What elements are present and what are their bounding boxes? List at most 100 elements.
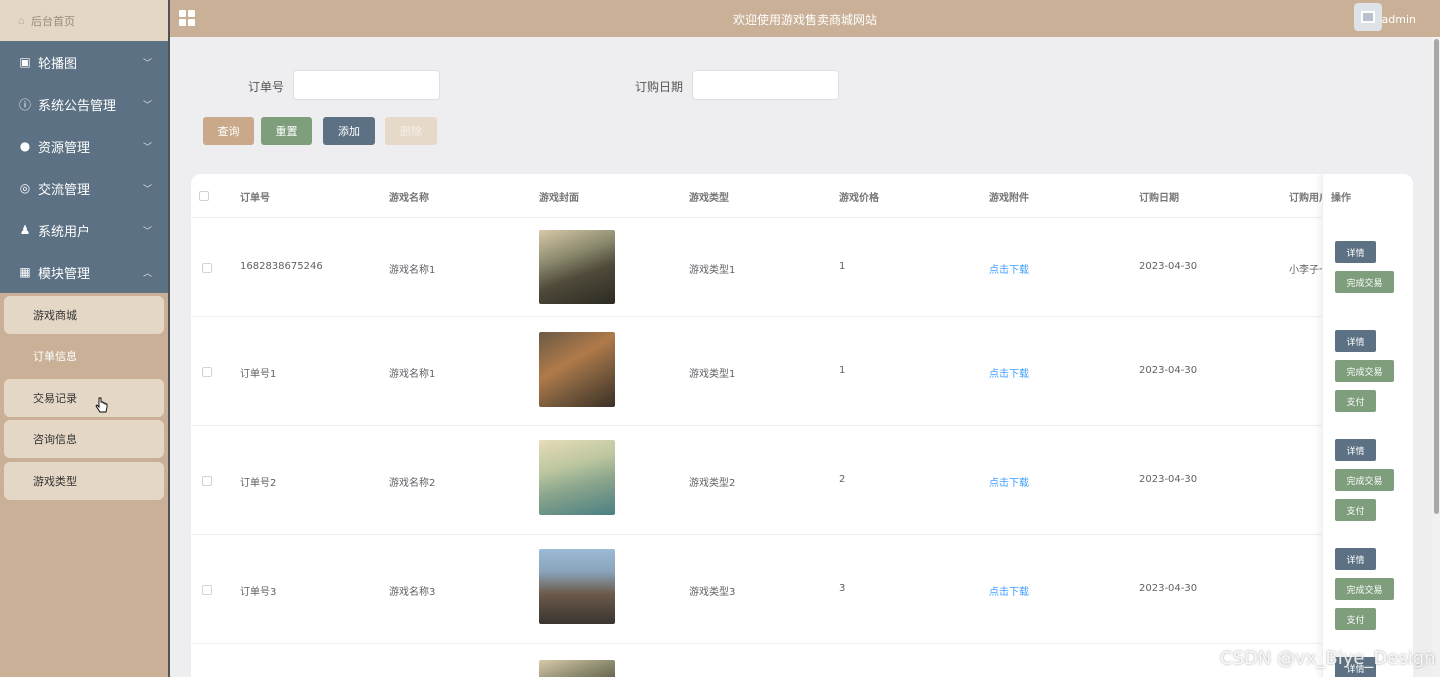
game-cover-image[interactable] [539,332,615,407]
sidebar: ⌂ 后台首页 ▣ 轮播图 ﹀ ⓘ 系统公告管理 ﹀ ● 资源管理 ﹀ ◎ 交流管… [0,0,168,677]
table-row: 订单号2 游戏名称2 游戏类型2 2 点击下载 2023-04-30 [191,426,1413,535]
sidebar-item-communication[interactable]: ◎ 交流管理 ﹀ [0,167,168,209]
cell-game-type: 游戏类型1 [689,265,736,276]
sidebar-item-label: 资源管理 [38,140,91,156]
row-checkbox[interactable] [202,263,212,273]
sidebar-item-resources[interactable]: ● 资源管理 ﹀ [0,125,168,167]
cell-date: 2023-04-30 [1139,365,1198,376]
sidebar-item-carousel[interactable]: ▣ 轮播图 ﹀ [0,41,168,83]
hand-cursor-icon [95,397,108,413]
complete-trade-button[interactable]: 完成交易 [1335,360,1394,382]
top-header: 欢迎使用游戏售卖商城网站 admin [170,0,1440,37]
cell-game-type: 游戏类型1 [689,369,736,380]
sidebar-subitem-transactions[interactable]: 交易记录 [4,378,164,417]
order-no-label: 订单号 [248,80,285,94]
query-button[interactable]: 查询 [203,117,254,145]
column-header: 操作 [1331,193,1351,204]
column-header: 游戏价格 [839,193,879,204]
info-icon: ⓘ [18,97,31,112]
column-header: 游戏附件 [989,193,1029,204]
scrollbar-thumb[interactable] [1434,39,1439,514]
delete-button[interactable]: 删除 [385,117,437,145]
sidebar-menu: ▣ 轮播图 ﹀ ⓘ 系统公告管理 ﹀ ● 资源管理 ﹀ ◎ 交流管理 ﹀ ♟ 系… [0,41,168,293]
chevron-down-icon: ﹀ [142,58,152,69]
row-checkbox[interactable] [202,585,212,595]
sidebar-item-notices[interactable]: ⓘ 系统公告管理 ﹀ [0,83,168,125]
cell-price: 1 [839,365,846,376]
detail-button[interactable]: 详情 [1335,439,1376,461]
game-cover-image[interactable] [539,660,615,677]
row-checkbox[interactable] [202,367,212,377]
complete-trade-button[interactable]: 完成交易 [1335,469,1394,491]
header-title: 欢迎使用游戏售卖商城网站 [732,13,877,27]
reset-button[interactable]: 重置 [261,117,312,145]
order-date-input[interactable] [692,70,839,100]
sidebar-item-label: 轮播图 [38,56,78,72]
cell-game-name: 游戏名称3 [389,587,436,598]
sidebar-item-label: 模块管理 [38,266,91,282]
detail-button[interactable]: 详情 [1335,241,1376,263]
game-cover-image[interactable] [539,440,615,515]
pay-button[interactable]: 支付 [1335,390,1376,412]
game-cover-image[interactable] [539,549,615,624]
order-no-input[interactable] [293,70,440,100]
cell-date: 2023-04-30 [1139,261,1198,272]
download-link[interactable]: 点击下载 [989,583,1029,598]
sidebar-item-users[interactable]: ♟ 系统用户 ﹀ [0,209,168,251]
column-header: 订单号 [240,193,270,204]
sidebar-subitem-game-types[interactable]: 游戏类型 [4,461,164,500]
main-content: 订单号 订购日期 查询 重置 添加 删除 订单号 游戏名称 游戏封面 游戏类型 … [170,37,1432,677]
pay-button[interactable]: 支付 [1335,499,1376,521]
sidebar-home[interactable]: ⌂ 后台首页 [0,0,168,41]
select-all-checkbox[interactable] [199,191,209,201]
order-date-label: 订购日期 [635,80,684,94]
user-icon: ♟ [19,223,31,237]
chat-icon: ◎ [19,181,31,195]
watermark-text: CSDN @vx_Biye_Design [1220,648,1436,669]
game-cover-image[interactable] [539,230,615,304]
orders-table: 订单号 游戏名称 游戏封面 游戏类型 游戏价格 游戏附件 订购日期 订购用户 1… [191,174,1413,677]
complete-trade-button[interactable]: 完成交易 [1335,578,1394,600]
sidebar-subitem-orders[interactable]: 订单信息 [4,337,164,376]
chevron-down-icon: ﹀ [142,142,152,153]
subitem-label: 游戏商城 [33,309,77,322]
download-link[interactable]: 点击下载 [989,261,1029,276]
subitem-label: 咨询信息 [33,433,77,447]
sidebar-item-label: 交流管理 [38,182,91,198]
cell-order-no: 订单号2 [240,478,277,489]
detail-button[interactable]: 详情 [1335,330,1376,352]
table-header: 订单号 游戏名称 游戏封面 游戏类型 游戏价格 游戏附件 订购日期 订购用户 [191,174,1413,218]
table-row: 订单号3 游戏名称3 游戏类型3 3 点击下载 2023-04-30 [191,535,1413,644]
subitem-label: 订单信息 [33,350,77,364]
row-checkbox[interactable] [202,476,212,486]
subitem-label: 游戏类型 [33,474,77,488]
cell-price: 2 [839,474,846,485]
detail-button[interactable]: 详情 [1335,548,1376,570]
avatar[interactable] [1354,3,1382,31]
complete-trade-button[interactable]: 完成交易 [1335,271,1394,293]
image-icon [1361,11,1375,23]
cell-game-name: 游戏名称1 [389,369,436,380]
user-name[interactable]: admin [1382,13,1416,26]
chevron-down-icon: ﹀ [142,226,152,237]
cell-price: 1 [839,261,846,272]
cell-order-no: 订单号3 [240,587,277,598]
cell-order-no: 1682838675246 [240,261,323,272]
chevron-down-icon: ﹀ [142,184,152,195]
sidebar-subitem-consultations[interactable]: 咨询信息 [4,420,164,459]
download-link[interactable]: 点击下载 [989,365,1029,380]
cell-game-type: 游戏类型2 [689,478,736,489]
grid-icon: ▦ [19,265,31,279]
chevron-up-icon: ︿ [142,268,152,279]
pay-button[interactable]: 支付 [1335,608,1376,630]
column-header: 游戏名称 [389,193,429,204]
add-button[interactable]: 添加 [323,117,375,145]
cell-game-type: 游戏类型3 [689,587,736,598]
sidebar-subitem-game-mall[interactable]: 游戏商城 [4,296,164,334]
column-header: 订购日期 [1139,193,1179,204]
cell-game-name: 游戏名称2 [389,478,436,489]
sidebar-submenu: 游戏商城 订单信息 交易记录 咨询信息 游戏类型 [0,293,168,505]
sidebar-item-modules[interactable]: ▦ 模块管理 ︿ [0,251,168,293]
download-link[interactable]: 点击下载 [989,474,1029,489]
sidebar-item-label: 系统用户 [38,224,91,240]
